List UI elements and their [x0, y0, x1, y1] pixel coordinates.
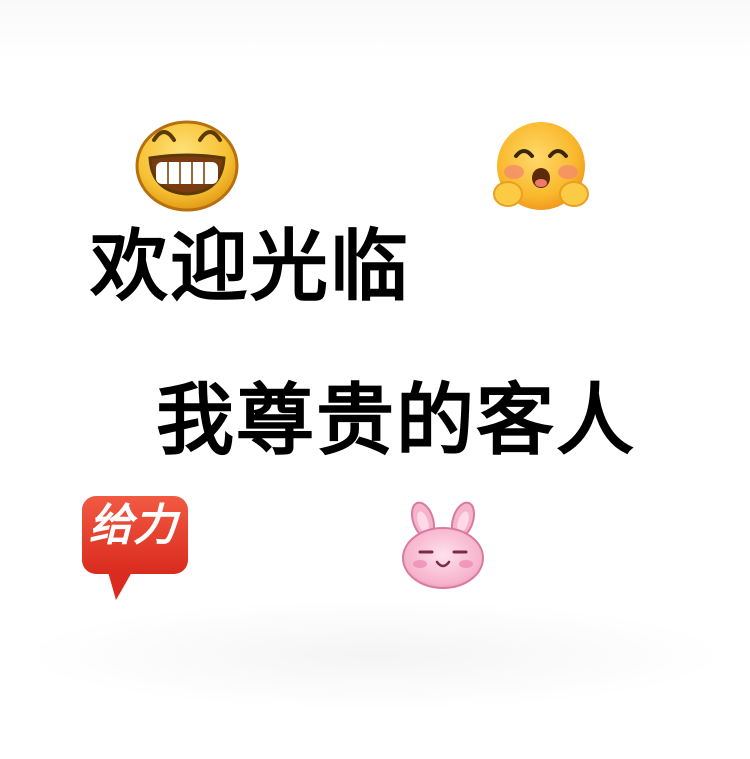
welcome-headline: 欢迎光临 [90, 222, 411, 312]
geili-speech-bubble-icon: 给力 [80, 492, 192, 604]
geili-label: 给力 [89, 500, 177, 551]
pink-bunny-icon [398, 500, 488, 590]
blushing-face-icon [486, 114, 596, 219]
faint-top-smudge [0, 0, 750, 60]
faint-bottom-smudge [20, 600, 730, 710]
honored-guest-headline: 我尊贵的客人 [156, 376, 637, 466]
meme-canvas: 欢迎光临 我尊贵的客人 给力 [0, 0, 750, 759]
grinning-face-icon [132, 110, 242, 215]
